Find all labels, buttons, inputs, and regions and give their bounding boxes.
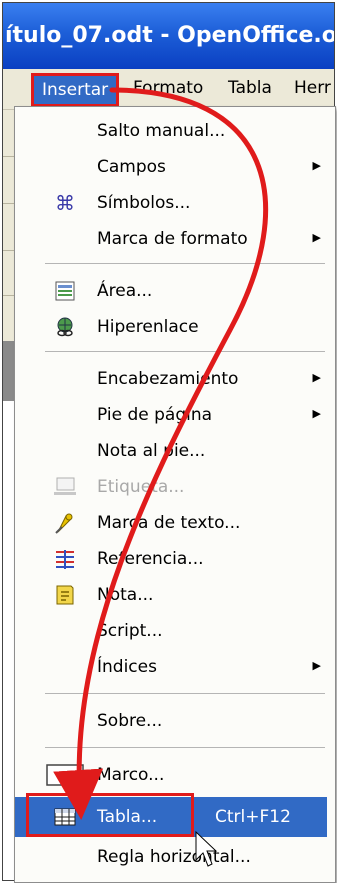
menu-item-marca-de-formato[interactable]: Marca de formato ▶ <box>15 221 327 257</box>
hyperlink-globe-icon <box>53 315 77 339</box>
menu-separator <box>45 351 325 352</box>
menu-item-label: Nota... <box>97 585 154 605</box>
annotation-highlight-box <box>26 793 194 837</box>
menu-item-label: Referencia... <box>97 549 204 569</box>
menu-separator <box>45 747 325 748</box>
menu-insertar[interactable]: Insertar <box>31 73 120 107</box>
frame-icon <box>45 763 85 787</box>
menu-item-label: Hiperenlace <box>97 317 199 337</box>
menu-item-etiqueta[interactable]: Etiqueta... <box>15 469 327 505</box>
menu-item-nota[interactable]: Nota... <box>15 577 327 613</box>
menu-item-indices[interactable]: Índices ▶ <box>15 649 327 685</box>
menu-item-sobre[interactable]: Sobre... <box>15 703 327 739</box>
menu-item-label: Salto manual... <box>97 121 226 141</box>
menu-item-nota-al-pie[interactable]: Nota al pie... <box>15 433 327 469</box>
menu-item-referencia[interactable]: Referencia... <box>15 541 327 577</box>
menu-item-label: Script... <box>97 621 163 641</box>
submenu-arrow-icon: ▶ <box>312 659 321 672</box>
menu-item-label: Campos <box>97 157 166 177</box>
insertar-dropdown-menu: Salto manual... Campos ▶ ⌘ Símbolos... M… <box>14 106 336 883</box>
menu-item-shortcut: Ctrl+F12 <box>215 807 291 827</box>
menu-item-marca-de-texto[interactable]: Marca de texto... <box>15 505 327 541</box>
menu-separator <box>45 263 325 264</box>
section-area-icon <box>53 279 77 303</box>
menu-formato[interactable]: Formato <box>133 78 203 98</box>
menu-item-label: Regla horizontal... <box>97 847 251 867</box>
caption-icon <box>53 475 77 499</box>
submenu-arrow-icon: ▶ <box>312 371 321 384</box>
bookmark-icon <box>53 511 77 535</box>
note-icon <box>53 583 77 607</box>
menu-tabla[interactable]: Tabla <box>228 78 272 98</box>
menu-item-label: Índices <box>97 657 157 677</box>
window-title: ítulo_07.odt - OpenOffice.or <box>5 23 335 48</box>
menu-item-label: Pie de página <box>97 405 213 425</box>
menu-item-campos[interactable]: Campos ▶ <box>15 149 327 185</box>
menu-item-label: Etiqueta... <box>97 477 185 497</box>
menu-item-label: Marca de formato <box>97 229 248 249</box>
menu-item-area[interactable]: Área... <box>15 273 327 309</box>
menu-item-pie-de-pagina[interactable]: Pie de página ▶ <box>15 397 327 433</box>
menu-item-label: Marca de texto... <box>97 513 241 533</box>
menu-item-label: Marco... <box>97 765 165 785</box>
submenu-arrow-icon: ▶ <box>312 159 321 172</box>
menu-item-regla-horizontal[interactable]: Regla horizontal... <box>15 839 327 875</box>
submenu-arrow-icon: ▶ <box>312 407 321 420</box>
menu-item-label: Nota al pie... <box>97 441 206 461</box>
cross-reference-icon <box>53 547 77 571</box>
menu-separator <box>45 693 325 694</box>
menu-item-label: Área... <box>97 281 153 301</box>
menu-item-encabezamiento[interactable]: Encabezamiento ▶ <box>15 361 327 397</box>
menu-item-simbolos[interactable]: ⌘ Símbolos... <box>15 185 327 221</box>
menu-item-marco[interactable]: Marco... <box>15 757 327 793</box>
menu-item-salto-manual[interactable]: Salto manual... <box>15 113 327 149</box>
menu-item-script[interactable]: Script... <box>15 613 327 649</box>
menu-item-label: Símbolos... <box>97 193 191 213</box>
menu-bar: Insertar Formato Tabla Herr <box>3 69 334 110</box>
menu-item-label: Encabezamiento <box>97 369 239 389</box>
window-titlebar: ítulo_07.odt - OpenOffice.or <box>3 3 334 69</box>
command-symbol-icon: ⌘ <box>55 191 75 215</box>
menu-herramientas[interactable]: Herr <box>294 78 331 98</box>
submenu-arrow-icon: ▶ <box>312 231 321 244</box>
menu-item-label: Sobre... <box>97 711 163 731</box>
menu-item-hiperenlace[interactable]: Hiperenlace <box>15 309 327 345</box>
